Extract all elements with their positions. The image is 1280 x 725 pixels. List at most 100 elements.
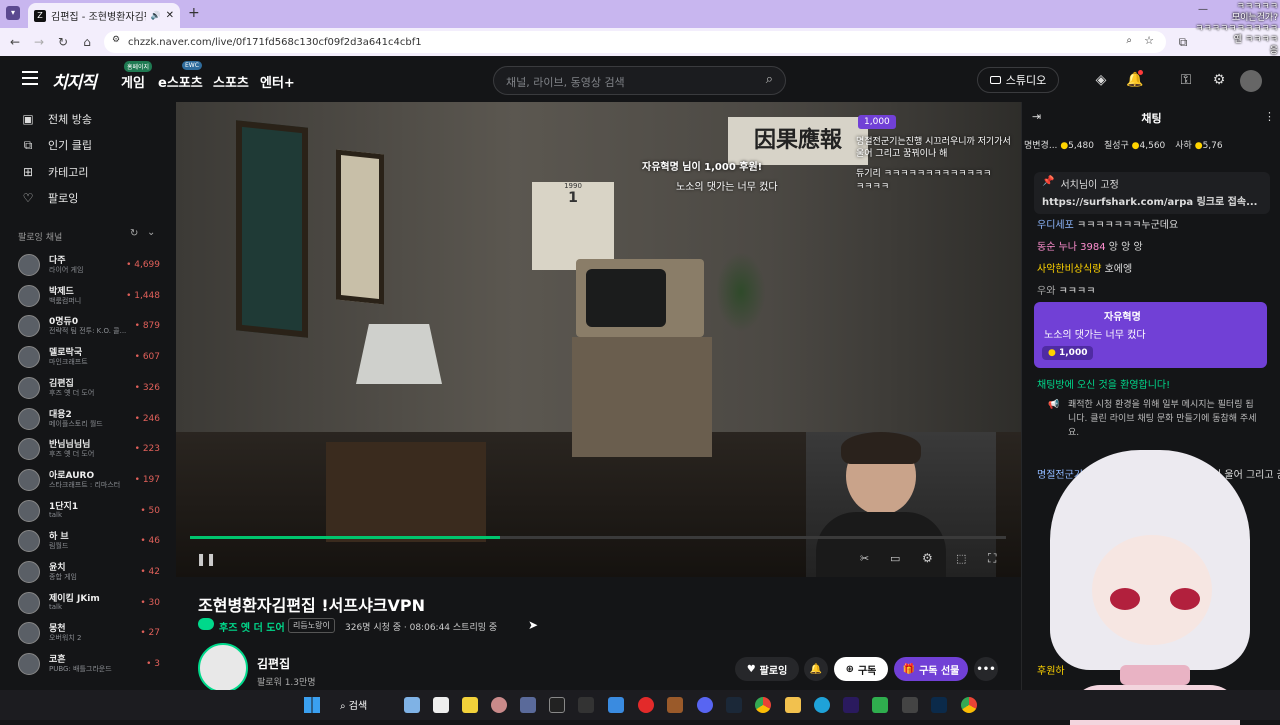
new-tab-button[interactable]: +: [188, 5, 200, 21]
file-explorer-icon[interactable]: [785, 697, 801, 713]
video-player[interactable]: 1990 1 因果應報 자유혁명 님이 1,000 후원! 노소의 댓가는 너무…: [176, 102, 1021, 577]
sidebar-channel-item[interactable]: 윤치 종합 게임 • 42: [18, 559, 160, 589]
audio-icon[interactable]: 🔊: [151, 11, 161, 20]
chzzk-logo[interactable]: 치지직: [52, 68, 97, 93]
capcut-icon[interactable]: [549, 697, 565, 713]
notification-toggle-button[interactable]: 🔔: [804, 657, 828, 681]
channel-avatar: [18, 346, 40, 369]
follow-button[interactable]: ♥ 팔로잉: [735, 657, 799, 681]
chat-user[interactable]: 동순 누나 3984: [1037, 242, 1106, 253]
refresh-icon[interactable]: ↻: [130, 228, 138, 239]
sidebar-channel-item[interactable]: 제이킴 JKim talk • 30: [18, 590, 160, 620]
app-icon[interactable]: [667, 697, 683, 713]
donation-amount: 1,000: [1059, 348, 1088, 358]
sidebar-item-clips[interactable]: ⧉ 인기 클립: [20, 137, 92, 153]
settings-icon[interactable]: ⚙: [1210, 71, 1228, 89]
app-icon[interactable]: [520, 697, 536, 713]
sidebar-channel-item[interactable]: 0명듀0 전략적 팀 전투: K.O. 콜... • 879: [18, 313, 160, 343]
menu-icon[interactable]: [22, 71, 38, 85]
pinned-text: https://surfshark.com/arpa 링크로 접속...: [1042, 197, 1258, 208]
taskbar-search[interactable]: ⌕ 검색: [340, 697, 367, 712]
sidebar-channel-item[interactable]: 다주 라이어 게임 • 4,699: [18, 252, 160, 282]
reload-icon[interactable]: ↻: [54, 33, 72, 51]
progress-bar[interactable]: [190, 536, 1006, 539]
app-icon[interactable]: [608, 697, 624, 713]
fullscreen-icon[interactable]: ⛶: [988, 551, 996, 566]
address-bar[interactable]: ⚙ chzzk.naver.com/live/0f171fd568c130cf0…: [104, 31, 1166, 53]
tab-list-icon[interactable]: ▾: [6, 6, 20, 20]
chat-user[interactable]: 우디세포: [1037, 220, 1074, 231]
notion-icon[interactable]: [433, 697, 449, 713]
donor-entry[interactable]: 명변경... ●5,480: [1024, 138, 1094, 160]
settings-icon[interactable]: ⚙: [922, 551, 933, 565]
app-icon[interactable]: [578, 697, 594, 713]
sidebar-channel-item[interactable]: 아로AURO 스타크래프트 : 리마스터 • 197: [18, 467, 160, 497]
pip-icon[interactable]: ▭: [890, 552, 900, 565]
chat-user[interactable]: 우와: [1037, 286, 1055, 297]
channel-name[interactable]: 김편집: [257, 655, 290, 672]
chrome-icon[interactable]: [755, 697, 771, 713]
sidebar-channel-item[interactable]: 델로락국 마인크래프트 • 607: [18, 344, 160, 374]
more-options-button[interactable]: •••: [974, 657, 998, 681]
heart-icon: ♡: [22, 191, 34, 205]
painting-right: [336, 149, 384, 305]
xbox-icon[interactable]: [872, 697, 888, 713]
bookmark-star-icon[interactable]: ☆: [1144, 34, 1154, 47]
forward-icon[interactable]: →: [30, 33, 48, 51]
sidebar-item-following[interactable]: ♡ 팔로잉: [20, 190, 79, 206]
zoom-icon[interactable]: ⌕: [1126, 35, 1132, 46]
pause-icon[interactable]: ❚❚: [196, 552, 216, 566]
youtube-icon[interactable]: [638, 697, 654, 713]
steam-icon[interactable]: [726, 697, 742, 713]
donor-entry[interactable]: 칠성구 ●4,560: [1104, 138, 1165, 160]
sidebar-channel-item[interactable]: 하 브 림월드 • 46: [18, 528, 160, 558]
discord-icon[interactable]: [697, 697, 713, 713]
channel-avatar[interactable]: [198, 643, 248, 693]
nav-sports[interactable]: 스포츠: [213, 72, 249, 91]
heart-icon: ♥: [746, 663, 756, 675]
windows-start-icon[interactable]: [304, 697, 320, 713]
sidebar-item-all-live[interactable]: ▣ 전체 방송: [20, 111, 92, 127]
app-icon[interactable]: [902, 697, 918, 713]
chrome-active-icon[interactable]: [961, 697, 977, 713]
edge-icon[interactable]: [814, 697, 830, 713]
nav-esports[interactable]: e스포츠: [158, 72, 203, 91]
donor-entry[interactable]: 사하 ●5,76: [1175, 138, 1222, 160]
sidebar-channel-item[interactable]: 반님님님님 후즈 옛 더 도어 • 223: [18, 436, 160, 466]
wide-mode-icon[interactable]: ⬚: [956, 552, 966, 565]
nav-game[interactable]: 게임: [121, 72, 145, 91]
task-view-icon[interactable]: [404, 697, 420, 713]
premiere-icon[interactable]: [843, 697, 859, 713]
chat-user[interactable]: 사악한비상식량: [1037, 264, 1101, 275]
stream-tag[interactable]: 리듬노랑이: [288, 618, 335, 633]
app-icon[interactable]: [491, 697, 507, 713]
home-icon[interactable]: ⌂: [78, 33, 96, 51]
search-icon[interactable]: ⌕: [766, 72, 773, 87]
key-icon[interactable]: ⚿: [1177, 71, 1195, 89]
sidebar-channel-item[interactable]: 1단지1 talk • 50: [18, 498, 160, 528]
gift-subscription-button[interactable]: 🎁 구독 선물: [894, 657, 968, 681]
sidebar-channel-item[interactable]: 대용2 메이플스토리 월드 • 246: [18, 406, 160, 436]
sticky-notes-icon[interactable]: [462, 697, 478, 713]
browser-tab[interactable]: Z 김편집 - 조현병환자김편집 🔊 ✕: [28, 3, 180, 28]
avatar[interactable]: [1240, 70, 1262, 92]
subscribe-button[interactable]: ⊕ 구독: [834, 657, 888, 681]
sidebar-item-category[interactable]: ⊞ 카테고리: [20, 164, 89, 180]
stream-category[interactable]: 후즈 옛 더 도어: [219, 619, 285, 634]
cheese-icon[interactable]: ◈: [1092, 71, 1110, 89]
site-info-icon[interactable]: ⚙: [112, 35, 120, 45]
chat-more-icon[interactable]: ⋮: [1264, 110, 1275, 123]
search-input[interactable]: 채널, 라이브, 동영상 검색 ⌕: [493, 66, 786, 95]
sidebar-channel-item[interactable]: 김편집 후즈 옛 더 도어 • 326: [18, 375, 160, 405]
pinned-message[interactable]: 📌 서치님이 고정 https://surfshark.com/arpa 링크로 …: [1034, 172, 1270, 214]
close-tab-icon[interactable]: ✕: [166, 10, 174, 21]
sidebar-channel-item[interactable]: 코흔 PUBG: 배틀그라운드 • 3: [18, 651, 160, 681]
studio-button[interactable]: 스튜디오: [977, 67, 1059, 93]
sidebar-channel-item[interactable]: 박제드 백룸컴퍼니 • 1,448: [18, 283, 160, 313]
clip-icon[interactable]: ✂: [860, 552, 869, 565]
photoshop-icon[interactable]: [931, 697, 947, 713]
back-icon[interactable]: ←: [6, 33, 24, 51]
chevron-down-icon[interactable]: ⌄: [147, 227, 155, 238]
nav-enter[interactable]: 엔터+: [260, 72, 295, 91]
sidebar-channel-item[interactable]: 몽천 오버워치 2 • 27: [18, 620, 160, 650]
